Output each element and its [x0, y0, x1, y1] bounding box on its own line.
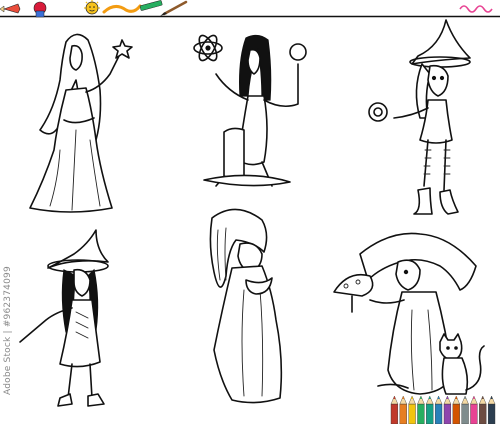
colored-pencil	[461, 396, 469, 424]
colored-pencil	[443, 396, 452, 424]
sitting-witch-figure	[193, 34, 307, 187]
fairy-princess-figure	[29, 33, 133, 213]
colored-pencil	[417, 396, 425, 424]
old-witch-mushroom-figure	[333, 232, 485, 395]
colored-pencil	[390, 396, 399, 424]
colored-pencil	[399, 396, 407, 424]
colored-pencil	[479, 396, 487, 424]
atom-symbol-icon	[193, 34, 223, 62]
colored-pencil	[452, 396, 460, 424]
coloring-page: Adobe Stock | #962374099	[0, 0, 500, 426]
colored-pencil	[434, 396, 443, 424]
young-witch-figure	[368, 19, 471, 215]
stock-id-watermark: Adobe Stock | #962374099	[3, 266, 13, 395]
colored-pencil	[408, 396, 416, 424]
colored-pencils-icon	[390, 396, 496, 424]
old-witch-figure	[209, 208, 283, 404]
colored-pencil	[470, 396, 478, 424]
mushroom-icon	[333, 273, 374, 313]
colored-pencil	[487, 396, 496, 424]
cat-icon	[439, 333, 485, 395]
witch-illustrations	[19, 19, 485, 407]
colored-pencil	[426, 396, 434, 424]
little-witch-figure	[19, 229, 109, 407]
